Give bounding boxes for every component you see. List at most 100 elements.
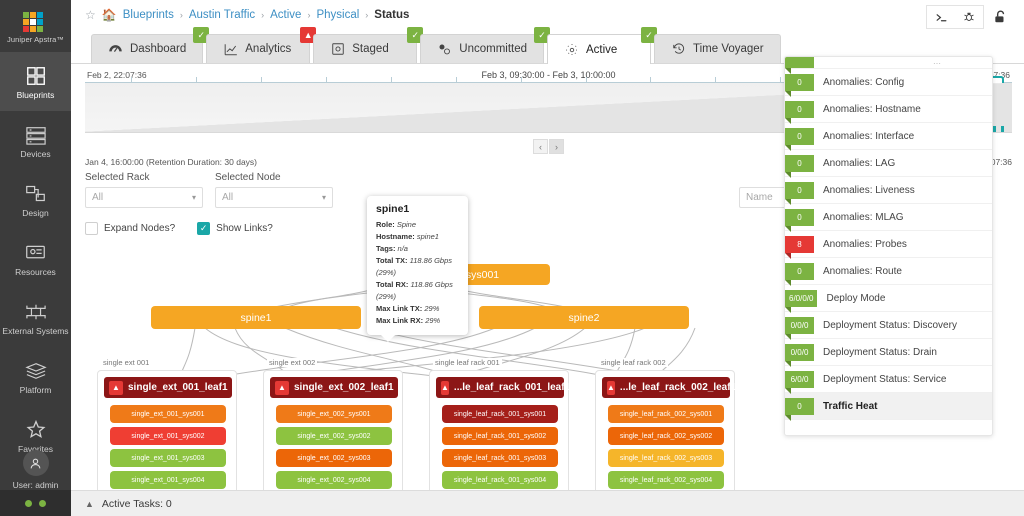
retention-label: Jan 4, 16:00:00 (Retention Duration: 30 … bbox=[85, 157, 257, 167]
tooltip-row-key: Total RX: bbox=[376, 280, 408, 289]
breadcrumb-item-austin-traffic[interactable]: Austin Traffic bbox=[189, 9, 255, 21]
sidebar-item-design[interactable]: Design bbox=[0, 170, 71, 229]
sidebar-item-external-systems[interactable]: External Systems bbox=[0, 288, 71, 347]
server-node[interactable]: single_ext_001_sys003 bbox=[110, 449, 226, 467]
bug-icon[interactable] bbox=[955, 6, 983, 28]
expand-nodes-checkbox[interactable]: Expand Nodes? bbox=[85, 222, 175, 235]
server-node[interactable]: single_ext_002_sys004 bbox=[276, 471, 392, 489]
breadcrumb-item-active[interactable]: Active bbox=[270, 9, 301, 21]
status-panel-item[interactable]: 0Anomalies: Config bbox=[785, 69, 992, 96]
sidebar-item-resources[interactable]: Resources bbox=[0, 229, 71, 288]
status-panel-item-label: Anomalies: Route bbox=[823, 266, 902, 277]
selected-rack-select[interactable]: All ▾ bbox=[85, 187, 203, 208]
tab-analytics[interactable]: Analytics▲ bbox=[206, 34, 310, 63]
server-node[interactable]: single_leaf_rack_001_sys001 bbox=[442, 405, 558, 423]
topology-node-spine1[interactable]: spine1 bbox=[151, 306, 361, 329]
tab-label: Dashboard bbox=[130, 43, 186, 55]
status-panel-partial-row[interactable]: ⋯ bbox=[785, 57, 992, 69]
star-icon[interactable]: ☆ bbox=[85, 8, 96, 22]
rack-title: single ext 002 bbox=[267, 358, 317, 367]
server-node[interactable]: single_ext_002_sys001 bbox=[276, 405, 392, 423]
timeline-next-button[interactable]: › bbox=[549, 139, 564, 154]
status-panel-item[interactable]: 0Anomalies: MLAG bbox=[785, 204, 992, 231]
devices-icon bbox=[24, 123, 48, 147]
topology-node-spine2[interactable]: spine2 bbox=[479, 306, 689, 329]
server-node[interactable]: single_leaf_rack_002_sys003 bbox=[608, 449, 724, 467]
leaf-switch-node[interactable]: ▲single_ext_002_leaf1 bbox=[270, 377, 398, 398]
status-panel-item[interactable]: 0Anomalies: Liveness bbox=[785, 177, 992, 204]
tooltip-row: Hostname: spine1 bbox=[376, 231, 460, 243]
server-node[interactable]: single_ext_001_sys002 bbox=[110, 427, 226, 445]
sidebar-item-platform[interactable]: Platform bbox=[0, 347, 71, 406]
server-node[interactable]: single_leaf_rack_002_sys002 bbox=[608, 427, 724, 445]
sidebar-item-label: Design bbox=[22, 209, 48, 218]
status-badge: 0/0/0 bbox=[785, 344, 814, 361]
status-panel-item[interactable]: 0Anomalies: Interface bbox=[785, 123, 992, 150]
status-panel-item-label: Anomalies: Probes bbox=[823, 239, 907, 250]
expand-tasks-caret-icon[interactable]: ▲ bbox=[85, 499, 94, 509]
status-badge: 0 bbox=[785, 398, 814, 415]
status-panel-item[interactable]: 6/0/0/0 Deploy Mode bbox=[785, 285, 992, 312]
server-node[interactable]: single_ext_001_sys001 bbox=[110, 405, 226, 423]
tab-time-voyager[interactable]: Time Voyager bbox=[654, 34, 781, 63]
sidebar-item-blueprints[interactable]: Blueprints bbox=[0, 52, 71, 111]
leaf-switch-node[interactable]: ▲...le_leaf_rack_002_leaf1 bbox=[602, 377, 730, 398]
status-panel-item[interactable]: 6/0/0Deployment Status: Service bbox=[785, 366, 992, 393]
avatar bbox=[23, 450, 49, 476]
tooltip-row-value: Spine bbox=[397, 220, 416, 229]
status-panel-item[interactable]: 0Anomalies: Route bbox=[785, 258, 992, 285]
server-label: single_ext_001_sys004 bbox=[131, 477, 204, 484]
app-logo-label: Juniper Apstra™ bbox=[7, 35, 64, 44]
server-node[interactable]: single_leaf_rack_002_sys001 bbox=[608, 405, 724, 423]
tooltip-row: Tags: n/a bbox=[376, 243, 460, 255]
server-node[interactable]: single_leaf_rack_001_sys004 bbox=[442, 471, 558, 489]
console-icon[interactable] bbox=[927, 6, 955, 28]
status-panel-item-label: Deploy Mode bbox=[826, 293, 885, 304]
server-node[interactable]: single_leaf_rack_001_sys003 bbox=[442, 449, 558, 467]
tooltip-row-key: Hostname: bbox=[376, 232, 415, 241]
app-logo[interactable]: Juniper Apstra™ bbox=[0, 0, 71, 52]
timeline-prev-button[interactable]: ‹ bbox=[533, 139, 548, 154]
tab-dashboard[interactable]: Dashboard✓ bbox=[91, 34, 203, 63]
tab-uncommitted[interactable]: Uncommitted✓ bbox=[420, 34, 544, 63]
status-panel-item[interactable]: 0/0/0Deployment Status: Drain bbox=[785, 339, 992, 366]
status-badge: 6/0/0/0 bbox=[785, 290, 817, 307]
breadcrumb-item-physical[interactable]: Physical bbox=[316, 9, 359, 21]
tab-active[interactable]: Active✓ bbox=[547, 34, 651, 64]
status-panel-item[interactable]: 0Anomalies: Hostname bbox=[785, 96, 992, 123]
tooltip-row-key: Total TX: bbox=[376, 256, 408, 265]
rack-title: single leaf rack 001 bbox=[433, 358, 502, 367]
server-label: single_ext_001_sys001 bbox=[131, 411, 204, 418]
server-label: single_ext_001_sys003 bbox=[131, 455, 204, 462]
timeline-range-label: Feb 3, 09:30:00 - Feb 3, 10:00:00 bbox=[481, 70, 615, 80]
user-block[interactable]: User: admin bbox=[0, 450, 71, 490]
leaf-label: single_ext_001_leaf1 bbox=[128, 382, 228, 393]
status-panel-item[interactable]: 8Anomalies: Probes bbox=[785, 231, 992, 258]
status-panel-item[interactable]: 0/0/0Deployment Status: Discovery bbox=[785, 312, 992, 339]
status-panel-item[interactable]: 0Traffic Heat bbox=[785, 393, 992, 420]
leaf-switch-node[interactable]: ▲...le_leaf_rack_001_leaf1 bbox=[436, 377, 564, 398]
server-node[interactable]: single_ext_002_sys002 bbox=[276, 427, 392, 445]
status-badge: 6/0/0 bbox=[785, 371, 814, 388]
server-node[interactable]: single_leaf_rack_001_sys002 bbox=[442, 427, 558, 445]
sidebar-item-devices[interactable]: Devices bbox=[0, 111, 71, 170]
status-panel-item[interactable]: 0Anomalies: LAG bbox=[785, 150, 992, 177]
user-label: User: admin bbox=[13, 480, 59, 490]
checkbox-box bbox=[85, 222, 98, 235]
selected-node-select[interactable]: All ▾ bbox=[215, 187, 333, 208]
unlock-icon[interactable] bbox=[986, 6, 1014, 28]
breadcrumb-item-blueprints[interactable]: Blueprints bbox=[123, 9, 174, 21]
home-icon[interactable]: 🏠 bbox=[102, 8, 117, 22]
logo-square bbox=[37, 26, 43, 32]
server-node[interactable]: single_leaf_rack_002_sys004 bbox=[608, 471, 724, 489]
server-node[interactable]: single_ext_002_sys003 bbox=[276, 449, 392, 467]
status-badge: 0 bbox=[785, 74, 814, 91]
server-label: single_leaf_rack_001_sys004 bbox=[454, 477, 546, 484]
active-icon bbox=[564, 42, 579, 57]
server-node[interactable]: single_ext_001_sys004 bbox=[110, 471, 226, 489]
leaf-switch-node[interactable]: ▲ single_ext_001_leaf1 bbox=[104, 377, 232, 398]
tab-staged[interactable]: Staged✓ bbox=[313, 34, 417, 63]
show-links-checkbox[interactable]: ✓ Show Links? bbox=[197, 222, 273, 235]
sidebar-status-footer bbox=[0, 490, 71, 516]
warning-triangle-icon: ▲ bbox=[109, 381, 123, 395]
